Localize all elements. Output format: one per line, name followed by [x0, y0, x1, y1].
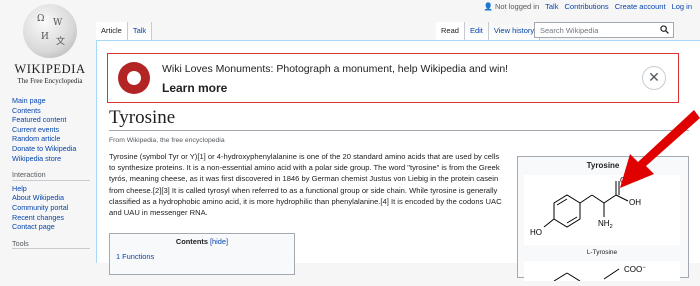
sidebar-item-donate[interactable]: Donate to Wikipedia [12, 144, 90, 154]
talk-link[interactable]: Talk [545, 2, 558, 11]
para-line: tyrós, meaning cheese, as it was first d… [109, 174, 499, 184]
log-in-link[interactable]: Log in [672, 2, 692, 11]
contributions-link[interactable]: Contributions [564, 2, 608, 11]
lead-paragraph: Tyrosine (symbol Tyr or Y)[1] or 4-hydro… [109, 151, 513, 218]
campaign-banner[interactable]: Wiki Loves Monuments: Photograph a monum… [107, 53, 679, 103]
create-account-link[interactable]: Create account [615, 2, 666, 11]
structure-image-2[interactable]: COO− [524, 261, 680, 282]
personal-tools: 👤 Not logged in Talk Contributions Creat… [484, 2, 692, 11]
logo-tagline: The Free Encyclopedia [17, 77, 83, 85]
view-tabs: Read Edit View history [436, 22, 541, 40]
table-of-contents: Contents [hide] 1 Functions [109, 233, 295, 275]
puzzle-globe-icon: ΩW И文 [23, 4, 77, 58]
nh2-label: NH2 [598, 219, 613, 230]
sidebar-item-community-portal[interactable]: Community portal [12, 203, 90, 213]
wikipedia-logo[interactable]: ΩW И文 WIKIPEDIA The Free Encyclopedia [10, 4, 90, 85]
site-sub: From Wikipedia, the free encyclopedia [109, 137, 225, 144]
sidebar-item-contents[interactable]: Contents [12, 106, 90, 116]
logo-wordmark: WIKIPEDIA [14, 62, 86, 76]
sidebar-item-help[interactable]: Help [12, 184, 90, 194]
para-line: classified as a hydrophobic amino acid, … [109, 196, 502, 206]
tab-edit[interactable]: Edit [464, 22, 489, 40]
close-icon[interactable]: ✕ [642, 66, 666, 90]
sidebar-item-current-events[interactable]: Current events [12, 125, 90, 135]
oh-label: OH [629, 198, 641, 207]
tab-read[interactable]: Read [436, 22, 465, 40]
red-arrow-annotation [620, 110, 700, 188]
sidebar-heading-interaction: Interaction [12, 170, 90, 181]
sidebar-item-about[interactable]: About Wikipedia [12, 193, 90, 203]
para-line: to synthesize proteins. It is a non-esse… [109, 163, 500, 173]
search-icon[interactable] [660, 25, 669, 36]
para-line: and UAU in messenger RNA. [109, 208, 208, 218]
namespace-tabs: Article Talk [96, 22, 153, 40]
wiki-loves-monuments-icon [118, 62, 150, 94]
search-placeholder: Search Wikipedia [540, 26, 599, 35]
search-input[interactable]: Search Wikipedia [534, 22, 674, 38]
not-logged-in: 👤 Not logged in [483, 2, 540, 11]
toc-title: Contents [175, 237, 208, 246]
para-line: Tyrosine (symbol Tyr or Y)[1] or 4-hydro… [109, 152, 500, 161]
tab-talk[interactable]: Talk [127, 22, 153, 40]
sidebar-item-contact-page[interactable]: Contact page [12, 222, 90, 232]
toc-item-functions[interactable]: 1 Functions [116, 252, 294, 261]
sidebar-item-recent-changes[interactable]: Recent changes [12, 213, 90, 223]
coo-label: COO− [624, 265, 646, 274]
tab-view-history[interactable]: View history [488, 22, 541, 40]
para-line: from cheese.[2][3] It is called tyrosyl … [109, 185, 498, 195]
sidebar-item-main-page[interactable]: Main page [12, 96, 90, 106]
user-icon: 👤 [483, 2, 493, 11]
sidebar-item-featured-content[interactable]: Featured content [12, 115, 90, 125]
learn-more-link[interactable]: Learn more [162, 81, 227, 95]
tyrosine-structure-2: COO− [553, 265, 646, 282]
sidebar-heading-tools: Tools [12, 239, 90, 250]
sidebar-item-store[interactable]: Wikipedia store [12, 154, 90, 164]
toc-hide-link[interactable]: [hide] [210, 237, 228, 246]
banner-message: Wiki Loves Monuments: Photograph a monum… [162, 63, 509, 75]
sidebar: Main page Contents Featured content Curr… [12, 96, 90, 252]
sidebar-item-random-article[interactable]: Random article [12, 134, 90, 144]
infobox-caption: L-Tyrosine [586, 249, 618, 256]
tab-article[interactable]: Article [96, 22, 128, 40]
ho-label: HO [530, 228, 542, 237]
